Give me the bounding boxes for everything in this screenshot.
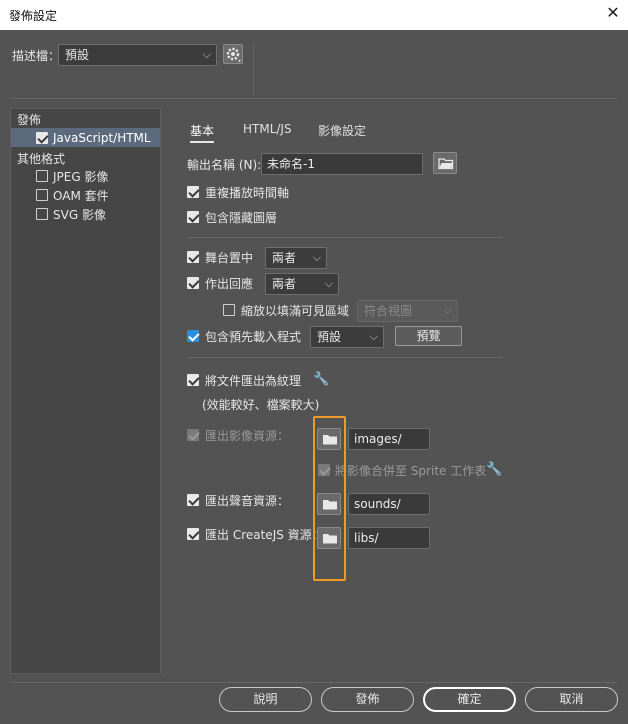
sidebar-js-html-checkbox[interactable] [36, 132, 48, 144]
chevron-down-icon: ⌵ [312, 251, 321, 264]
output-name-field[interactable]: 未命名-1 [261, 153, 423, 175]
output-name-label: 輸出名稱 (N): [187, 158, 262, 172]
scale-to-fill-checkbox[interactable] [223, 304, 235, 316]
chevron-down-icon: ⌵ [369, 330, 378, 343]
include-hidden-layers-checkbox[interactable] [187, 211, 199, 223]
top-divider [10, 98, 618, 99]
sidebar-other-formats-header: 其他格式 [17, 152, 66, 166]
chevron-down-icon: ⌵ [443, 304, 452, 317]
cancel-button[interactable]: 取消 [525, 687, 618, 712]
wrench-icon[interactable]: 🔧 [313, 372, 329, 387]
tab-html-js[interactable]: HTML/JS [243, 122, 292, 136]
preview-button[interactable]: 預覽 [395, 326, 462, 346]
wrench-icon[interactable]: 🔧 [486, 462, 502, 477]
profile-select-value: 預設 [65, 48, 90, 62]
include-preloader-checkbox[interactable] [187, 330, 199, 342]
center-stage-select[interactable]: 兩者 ⌵ [265, 247, 327, 269]
sidebar-item-jpeg[interactable]: JPEG 影像 [53, 168, 108, 185]
section-divider-1 [187, 237, 503, 238]
help-button[interactable]: 說明 [219, 687, 312, 712]
gear-icon[interactable] [223, 44, 243, 64]
export-createjs-assets-checkbox[interactable] [187, 528, 199, 540]
chevron-down-icon: ⌵ [324, 277, 333, 290]
sidebar-item-svg[interactable]: SVG 影像 [53, 206, 106, 223]
window-title: 發佈設定 [9, 9, 58, 23]
export-image-assets-label: 匯出影像資源： [205, 429, 290, 443]
sidebar-jpeg-checkbox[interactable] [36, 170, 48, 182]
make-responsive-checkbox[interactable] [187, 277, 199, 289]
sidebar-item-label: JavaScript/HTML [53, 131, 151, 145]
title-bar: 發佈設定 ✕ [0, 0, 628, 30]
sidebar-svg-checkbox[interactable] [36, 208, 48, 220]
image-assets-path-field[interactable]: images/ [348, 428, 430, 450]
sidebar-item-oam[interactable]: OAM 套件 [53, 187, 109, 204]
sound-assets-path-field[interactable]: sounds/ [348, 493, 430, 515]
center-stage-label: 舞台置中 [205, 251, 254, 265]
profile-select[interactable]: 預設 ⌵ [58, 44, 217, 66]
output-browse-button[interactable] [433, 152, 457, 174]
createjs-assets-path-field[interactable]: libs/ [348, 527, 430, 549]
scale-to-fill-select-value: 符合視圖 [364, 304, 413, 318]
combine-sprite-label: 將影像合併至 Sprite 工作表 [335, 464, 487, 478]
close-icon[interactable]: ✕ [604, 4, 622, 22]
tab-image-settings[interactable]: 影像設定 [318, 122, 366, 139]
sidebar-oam-checkbox[interactable] [36, 189, 48, 201]
center-stage-checkbox[interactable] [187, 251, 199, 263]
scale-to-fill-label: 縮放以填滿可見區域 [241, 304, 350, 318]
profile-label: 描述檔： [12, 49, 61, 63]
export-doc-texture-note: (效能較好、檔案較大) [202, 398, 320, 412]
export-sound-assets-label: 匯出聲音資源： [205, 494, 290, 508]
loop-timeline-label: 重複播放時間軸 [205, 186, 290, 200]
sidebar-publish-header: 發佈 [17, 113, 42, 127]
export-sound-assets-checkbox[interactable] [187, 494, 199, 506]
highlight-box [313, 416, 346, 581]
loop-timeline-checkbox[interactable] [187, 186, 199, 198]
center-stage-select-value: 兩者 [272, 251, 297, 265]
export-createjs-assets-label: 匯出 CreateJS 資源： [205, 528, 324, 542]
export-doc-texture-checkbox[interactable] [187, 374, 199, 386]
footer-divider [10, 682, 618, 683]
export-image-assets-checkbox[interactable] [187, 429, 199, 441]
make-responsive-select-value: 兩者 [272, 277, 297, 291]
make-responsive-label: 作出回應 [205, 277, 254, 291]
preloader-select[interactable]: 預設 ⌵ [310, 326, 384, 348]
preloader-select-value: 預設 [317, 330, 342, 344]
make-responsive-select[interactable]: 兩者 ⌵ [265, 273, 339, 295]
export-doc-texture-label: 將文件匯出為紋理 [205, 374, 302, 388]
section-divider-2 [187, 357, 503, 358]
profile-divider [253, 44, 254, 96]
tab-basic[interactable]: 基本 [190, 122, 215, 143]
include-hidden-layers-label: 包含隱藏圖層 [205, 211, 278, 225]
chevron-down-icon: ⌵ [202, 48, 211, 61]
scale-to-fill-select[interactable]: 符合視圖 ⌵ [357, 300, 458, 322]
include-preloader-label: 包含預先載入程式 [205, 330, 302, 344]
publish-button[interactable]: 發佈 [321, 687, 414, 712]
ok-button[interactable]: 確定 [423, 687, 516, 712]
folder-open-icon [438, 158, 454, 170]
